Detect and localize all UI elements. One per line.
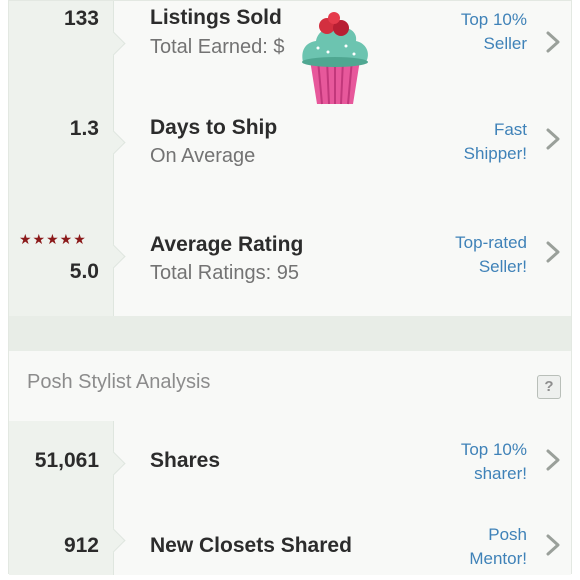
average-rating-value: 5.0 xyxy=(69,260,99,283)
average-rating-title: Average Rating xyxy=(150,233,304,256)
stat-row-new-closets-shared[interactable]: 912 New Closets Shared Posh Mentor! xyxy=(9,507,571,575)
top-sharer-badge[interactable]: Top 10% sharer! xyxy=(461,438,527,486)
status-line-2: sharer! xyxy=(474,464,527,483)
on-average-label: On Average xyxy=(150,145,256,167)
rating-stars: ★★★★★ xyxy=(19,231,87,247)
status-line-1: Top 10% xyxy=(460,10,527,29)
stat-value-cell: 912 xyxy=(9,507,114,575)
stat-row-days-to-ship[interactable]: 1.3 Days to Ship On Average Fast Shipper… xyxy=(9,87,571,199)
status-line-1: Top 10% xyxy=(460,440,527,459)
section-header: Posh Stylist Analysis ? xyxy=(9,351,571,422)
chevron-right-icon[interactable] xyxy=(539,238,567,266)
days-to-ship-title: Days to Ship xyxy=(150,116,278,139)
cupcake-icon xyxy=(302,12,368,105)
listings-sold-title: Listings Sold xyxy=(150,6,282,29)
status-line-1: Fast xyxy=(493,120,527,139)
shares-title: Shares xyxy=(150,449,221,472)
status-line-2: Seller! xyxy=(478,257,527,276)
shares-count: 51,061 xyxy=(34,449,99,472)
stat-value-cell: 133 xyxy=(9,1,114,87)
total-earned-label: Total Earned: $ xyxy=(150,36,285,58)
posh-mentor-badge[interactable]: Posh Mentor! xyxy=(469,523,527,571)
stat-value-cell: 51,061 xyxy=(9,421,114,507)
status-line-1: Top-rated xyxy=(455,233,527,252)
new-closets-count: 912 xyxy=(63,534,99,557)
total-ratings-label: Total Ratings: 95 xyxy=(150,262,299,284)
new-closets-title: New Closets Shared xyxy=(150,534,352,557)
chevron-right-icon[interactable] xyxy=(539,28,567,56)
stat-value-cell: ★★★★★ 5.0 xyxy=(9,198,114,316)
stat-row-average-rating[interactable]: ★★★★★ 5.0 Average Rating Total Ratings: … xyxy=(9,198,571,317)
status-line-2: Mentor! xyxy=(469,549,527,568)
top-rated-badge[interactable]: Top-rated Seller! xyxy=(455,231,527,279)
chevron-right-icon[interactable] xyxy=(539,446,567,474)
fast-shipper-badge[interactable]: Fast Shipper! xyxy=(464,118,527,166)
section-divider-band xyxy=(9,316,571,352)
status-line-2: Shipper! xyxy=(463,144,527,163)
status-line-2: Seller xyxy=(483,34,527,53)
help-button[interactable]: ? xyxy=(537,375,561,399)
section-title: Posh Stylist Analysis xyxy=(27,371,211,393)
stat-row-shares[interactable]: 51,061 Shares Top 10% sharer! xyxy=(9,421,571,508)
days-to-ship-value: 1.3 xyxy=(69,117,99,140)
chevron-right-icon[interactable] xyxy=(539,531,567,559)
top-seller-badge[interactable]: Top 10% Seller xyxy=(461,8,527,56)
status-line-1: Posh xyxy=(488,525,527,544)
listings-sold-count: 133 xyxy=(63,7,99,30)
chevron-right-icon[interactable] xyxy=(539,125,567,153)
stat-value-cell: 1.3 xyxy=(9,87,114,198)
stat-row-listings-sold[interactable]: 133 Listings Sold Total Earned: $ Top 10… xyxy=(9,1,571,88)
stats-panel: 133 Listings Sold Total Earned: $ Top 10… xyxy=(8,0,572,575)
